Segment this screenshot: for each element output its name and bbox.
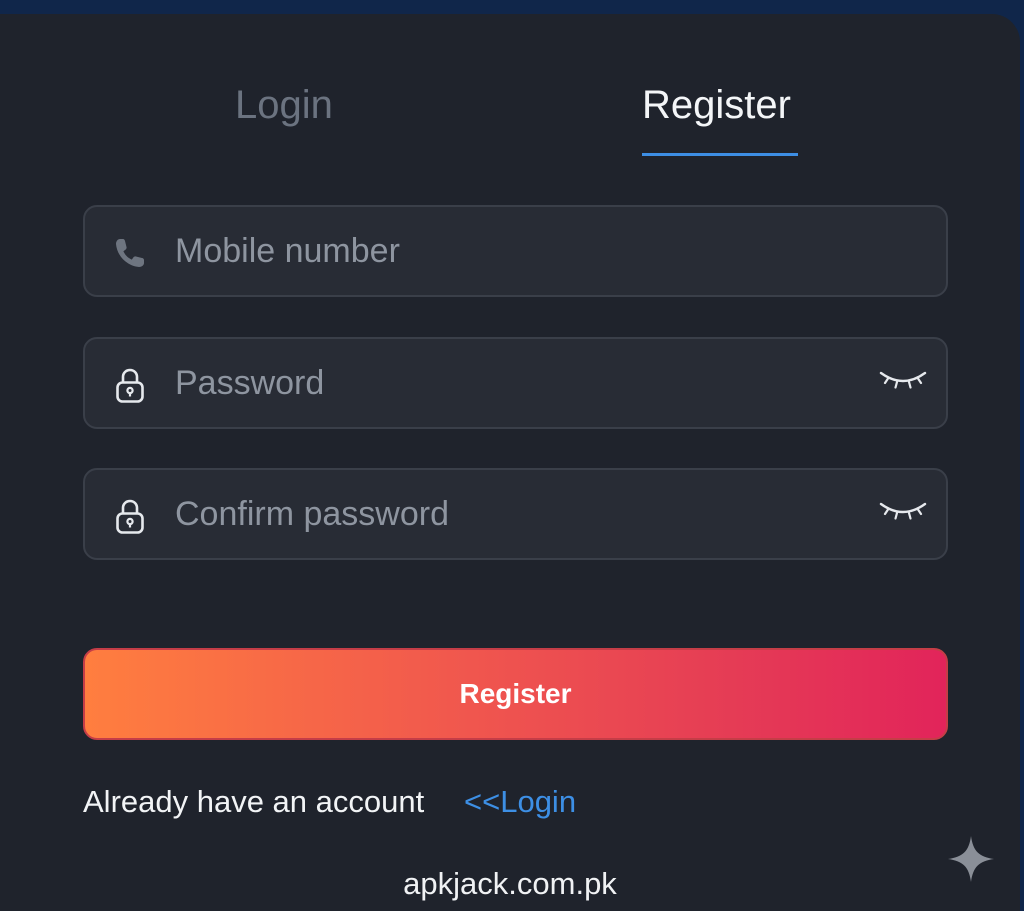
sparkle-icon [948,836,994,882]
tab-login[interactable]: Login [235,82,333,128]
confirm-password-field [83,468,948,560]
eye-closed-icon[interactable] [878,498,928,528]
tab-register[interactable]: Register [642,82,791,128]
watermark-text: apkjack.com.pk [403,866,617,901]
lock-icon [116,368,144,403]
phone-icon [116,239,144,267]
register-button[interactable]: Register [83,648,948,740]
mobile-number-field [83,205,948,297]
lock-icon [116,499,144,534]
mobile-number-input[interactable] [175,207,855,295]
confirm-password-input[interactable] [175,470,855,558]
active-tab-indicator [642,153,798,156]
login-link[interactable]: <<Login [464,784,576,820]
password-field [83,337,948,429]
register-card: Login Register Mobile number Register Al… [0,14,1020,911]
auth-tabs: Login Register [0,14,1020,174]
eye-closed-icon[interactable] [878,367,928,397]
already-have-account-text: Already have an account [83,784,425,819]
password-input[interactable] [175,339,855,427]
